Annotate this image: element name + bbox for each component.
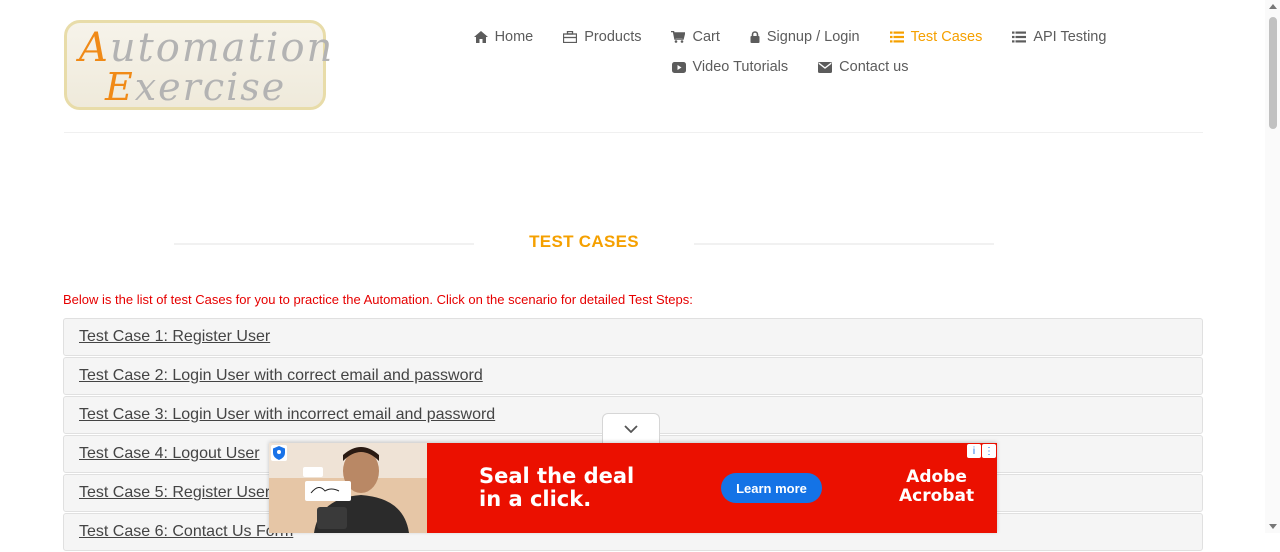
ad-photo [269, 443, 427, 533]
nav-contact-us[interactable]: Contact us [803, 58, 923, 76]
nav-video-tutorials[interactable]: Video Tutorials [657, 58, 804, 76]
ad-info-icon[interactable]: i [967, 444, 981, 458]
logo-cap-e: E [105, 65, 135, 109]
list-icon [1012, 31, 1027, 43]
briefcase-icon [563, 31, 578, 43]
page-scrollbar[interactable] [1265, 0, 1280, 533]
test-case-link-6[interactable]: Test Case 6: Contact Us Form [79, 523, 293, 541]
title-line-left [174, 243, 474, 245]
envelope-icon [818, 61, 833, 73]
ad-brand-line-1: Adobe [906, 467, 967, 487]
nav-signup-login-label: Signup / Login [766, 29, 860, 45]
nav-video-tutorials-label: Video Tutorials [692, 59, 789, 75]
logo-rest-2: xercise [134, 65, 287, 109]
nav-home-label: Home [494, 29, 534, 45]
site-logo[interactable]: Automation Exercise [64, 20, 332, 110]
nav-products[interactable]: Products [548, 28, 656, 46]
ad-collapse-toggle[interactable] [602, 413, 660, 443]
main-nav: Home Products Cart Signup / Login Test C… [420, 28, 1160, 76]
lock-icon [750, 31, 760, 43]
nav-row-2: Video Tutorials Contact us [420, 58, 1160, 76]
nav-api-testing-label: API Testing [1033, 29, 1107, 45]
ad-headline: Seal the deal in a click. [479, 465, 634, 511]
nav-row-1: Home Products Cart Signup / Login Test C… [420, 28, 1160, 46]
logo-line-2: Exercise [105, 65, 286, 109]
intro-text: Below is the list of test Cases for you … [63, 292, 693, 307]
test-case-link-4[interactable]: Test Case 4: Logout User [79, 445, 260, 463]
home-icon [473, 31, 488, 43]
ad-person-illustration [269, 443, 427, 533]
test-case-item: Test Case 1: Register User [63, 318, 1203, 356]
nav-test-cases[interactable]: Test Cases [875, 28, 998, 46]
nav-cart-label: Cart [692, 29, 720, 45]
test-case-link-5[interactable]: Test Case 5: Register User [79, 484, 270, 502]
nav-cart[interactable]: Cart [656, 28, 734, 46]
cart-icon [671, 31, 686, 43]
nav-products-label: Products [584, 29, 642, 45]
nav-signup-login[interactable]: Signup / Login [735, 28, 875, 46]
youtube-icon [671, 61, 686, 73]
title-line-right [694, 243, 994, 245]
nav-home[interactable]: Home [459, 28, 549, 46]
ad-learn-more-button[interactable]: Learn more [721, 473, 822, 503]
ad-shield-icon [271, 445, 287, 461]
nav-contact-us-label: Contact us [839, 59, 909, 75]
ad-banner[interactable]: Seal the deal in a click. Learn more Ado… [269, 443, 997, 533]
test-case-link-1[interactable]: Test Case 1: Register User [79, 328, 270, 346]
ad-brand-line-2: Acrobat [899, 486, 975, 506]
ad-more-icon[interactable]: ⋮ [982, 444, 996, 458]
test-case-link-3[interactable]: Test Case 3: Login User with incorrect e… [79, 406, 495, 424]
ad-brand: Adobe Acrobat [899, 468, 974, 506]
list-icon [889, 31, 904, 43]
test-case-item: Test Case 2: Login User with correct ema… [63, 357, 1203, 395]
page-title: TEST CASES [529, 232, 639, 251]
header-divider [64, 132, 1203, 133]
test-case-link-2[interactable]: Test Case 2: Login User with correct ema… [79, 367, 483, 385]
scroll-thumb[interactable] [1269, 17, 1277, 129]
scroll-down-arrow-icon[interactable] [1269, 524, 1277, 529]
ad-headline-line-2: in a click. [479, 487, 592, 511]
chevron-down-icon [624, 424, 638, 433]
ad-headline-line-1: Seal the deal [479, 464, 635, 488]
scroll-up-arrow-icon[interactable] [1269, 4, 1277, 9]
nav-test-cases-label: Test Cases [910, 29, 983, 45]
nav-api-testing[interactable]: API Testing [997, 28, 1121, 46]
